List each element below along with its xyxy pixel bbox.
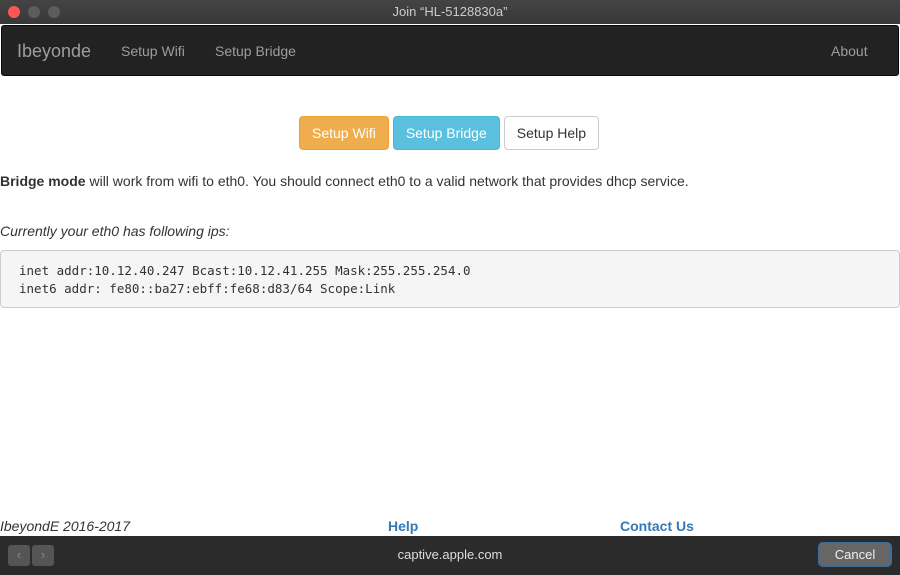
bridge-text: will work from wifi to eth0. You should …: [85, 173, 689, 189]
bottom-bar: ‹ › captive.apple.com Cancel: [0, 536, 900, 575]
ipv6-line: inet6 addr: fe80::ba27:ebff:fe68:d83/64 …: [19, 281, 396, 296]
url-label: captive.apple.com: [397, 547, 503, 562]
contact-link[interactable]: Contact Us: [620, 518, 694, 534]
minimize-window-button[interactable]: [28, 6, 40, 18]
nav-setup-wifi[interactable]: Setup Wifi: [121, 43, 185, 59]
bridge-description: Bridge mode will work from wifi to eth0.…: [0, 173, 689, 189]
window-title: Join “HL-5128830a”: [392, 4, 508, 19]
setup-wifi-button[interactable]: Setup Wifi: [299, 116, 389, 150]
nav-setup-bridge[interactable]: Setup Bridge: [215, 43, 296, 59]
nav-about[interactable]: About: [831, 43, 868, 59]
brand-link[interactable]: Ibeyonde: [17, 41, 91, 62]
cancel-button[interactable]: Cancel: [818, 542, 892, 567]
ips-label: Currently your eth0 has following ips:: [0, 223, 230, 239]
setup-bridge-button[interactable]: Setup Bridge: [392, 116, 500, 150]
copyright: IbeyondE 2016-2017: [0, 518, 130, 534]
zoom-window-button[interactable]: [48, 6, 60, 18]
navbar: Ibeyonde Setup Wifi Setup Bridge About: [1, 25, 899, 76]
web-page: Ibeyonde Setup Wifi Setup Bridge About S…: [0, 24, 900, 536]
close-window-button[interactable]: [8, 6, 20, 18]
help-link[interactable]: Help: [388, 518, 418, 534]
ipv4-line: inet addr:10.12.40.247 Bcast:10.12.41.25…: [19, 263, 471, 278]
bridge-mode-label: Bridge mode: [0, 173, 86, 189]
ip-list: inet addr:10.12.40.247 Bcast:10.12.41.25…: [0, 250, 900, 308]
window-title-bar: Join “HL-5128830a”: [0, 0, 900, 24]
setup-help-button[interactable]: Setup Help: [503, 116, 600, 150]
